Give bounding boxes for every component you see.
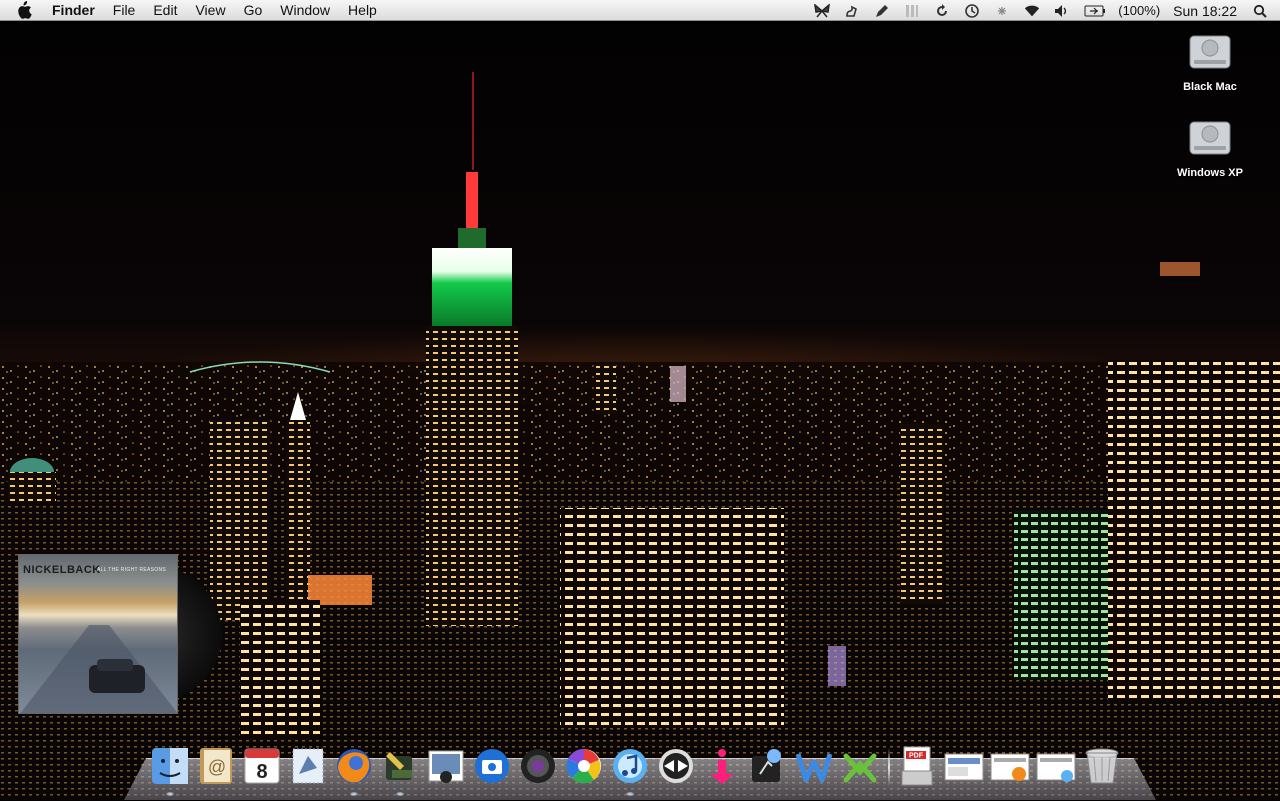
running-indicator	[396, 792, 404, 796]
bowtie-icon	[659, 749, 693, 783]
dock-address-book[interactable]: @	[194, 744, 238, 788]
calendar-day: 8	[256, 761, 267, 783]
finder-icon	[152, 748, 188, 784]
hard-drive-icon	[1189, 35, 1231, 69]
pdf-label: PDF	[909, 753, 924, 760]
grip-icon[interactable]	[904, 3, 920, 19]
time-machine-icon[interactable]	[964, 3, 980, 19]
dock-ical[interactable]: 8	[240, 744, 284, 788]
drive-windows-xp[interactable]: Windows XP	[1165, 116, 1255, 179]
menu-finder[interactable]: Finder	[46, 0, 104, 21]
dock-firefox-stack[interactable]	[988, 744, 1032, 788]
firefox-icon	[337, 749, 371, 783]
menu-file[interactable]: File	[104, 0, 145, 21]
trash-icon	[1085, 748, 1119, 784]
volume-icon[interactable]	[1054, 3, 1070, 19]
word-icon	[795, 753, 833, 783]
road-car-graphic	[20, 625, 177, 713]
pdf-stack-icon: PDF	[901, 746, 933, 786]
dock-camera[interactable]	[470, 744, 514, 788]
running-indicator	[166, 792, 174, 796]
dock-separator	[888, 748, 890, 786]
status-menus: (100%) Sun 18:22	[807, 0, 1280, 21]
dock-firefox[interactable]	[332, 744, 376, 796]
drive-label: Windows XP	[1177, 167, 1243, 179]
picasa-icon	[566, 748, 601, 784]
menu-bar: Finder File Edit View Go Window Help (10…	[0, 0, 1280, 21]
aperture-icon	[521, 749, 555, 783]
mail-stamp-icon	[292, 748, 324, 784]
album-artwork: NICKELBACK ALL THE RIGHT REASONS	[18, 554, 178, 714]
menu-view[interactable]: View	[186, 0, 234, 21]
dock-mail[interactable]	[286, 744, 330, 788]
address-book-icon: @	[200, 748, 232, 784]
pencil-app-icon	[386, 752, 412, 780]
running-indicator	[626, 792, 634, 796]
battery-icon[interactable]	[1084, 3, 1106, 19]
dock-trash[interactable]	[1080, 744, 1124, 788]
desktop[interactable]: Black Mac Windows XP NICKELBACK ALL THE …	[0, 0, 1280, 800]
dock-disk-tool[interactable]	[746, 744, 790, 788]
iphoto-icon	[428, 750, 464, 783]
running-indicator	[350, 792, 358, 796]
dock-finder[interactable]	[148, 744, 192, 796]
bluetooth-icon[interactable]	[994, 3, 1010, 19]
menu-window[interactable]: Window	[271, 0, 339, 21]
butterfly-icon[interactable]	[814, 3, 831, 19]
itunes-icon	[613, 749, 647, 783]
drive-label: Black Mac	[1183, 81, 1237, 93]
info-i-icon	[710, 749, 734, 784]
messenger-icon	[843, 753, 877, 783]
dock-istat[interactable]	[700, 744, 744, 788]
apple-menu-icon[interactable]	[16, 1, 40, 19]
menu-go[interactable]: Go	[235, 0, 272, 21]
pencil-icon[interactable]	[874, 3, 890, 19]
menubar-clock[interactable]: Sun 18:22	[1165, 3, 1245, 19]
dock: @ 8 PDF	[148, 738, 1126, 796]
screenshot-stack-icon	[944, 753, 984, 781]
dock-word[interactable]	[792, 744, 836, 788]
music-stack-icon	[1036, 753, 1076, 782]
menu-help[interactable]: Help	[339, 0, 386, 21]
dock-iphoto[interactable]	[424, 744, 468, 788]
dock-itunes[interactable]	[608, 744, 652, 796]
camera-icon	[475, 749, 509, 783]
menu-edit[interactable]: Edit	[144, 0, 186, 21]
dock-messenger[interactable]	[838, 744, 882, 788]
calendar-icon: 8	[244, 748, 280, 784]
dock-pencil-app[interactable]	[378, 744, 422, 796]
dock-picasa[interactable]	[562, 744, 606, 788]
dock-pdf-stack[interactable]: PDF	[896, 744, 940, 788]
hard-drive-icon	[1189, 121, 1231, 155]
dock-adium[interactable]	[654, 744, 698, 788]
dock-music-stack[interactable]	[1034, 744, 1078, 788]
sync-icon[interactable]	[934, 3, 950, 19]
album-band: NICKELBACK	[23, 564, 101, 576]
spotlight-icon[interactable]	[1252, 3, 1268, 19]
wifi-icon[interactable]	[1024, 3, 1040, 19]
firefox-stack-icon	[990, 753, 1030, 781]
disk-tool-icon	[752, 749, 781, 782]
battery-percent[interactable]: (100%)	[1113, 3, 1165, 18]
dock-screenshot-stack[interactable]	[942, 744, 986, 788]
album-cover-widget[interactable]: NICKELBACK ALL THE RIGHT REASONS	[18, 554, 222, 716]
dock-aperture[interactable]	[516, 744, 560, 788]
svg-text:@: @	[208, 757, 226, 777]
album-title: ALL THE RIGHT REASONS	[97, 567, 167, 573]
drive-black-mac[interactable]: Black Mac	[1165, 30, 1255, 93]
gesture-icon[interactable]	[844, 3, 860, 19]
